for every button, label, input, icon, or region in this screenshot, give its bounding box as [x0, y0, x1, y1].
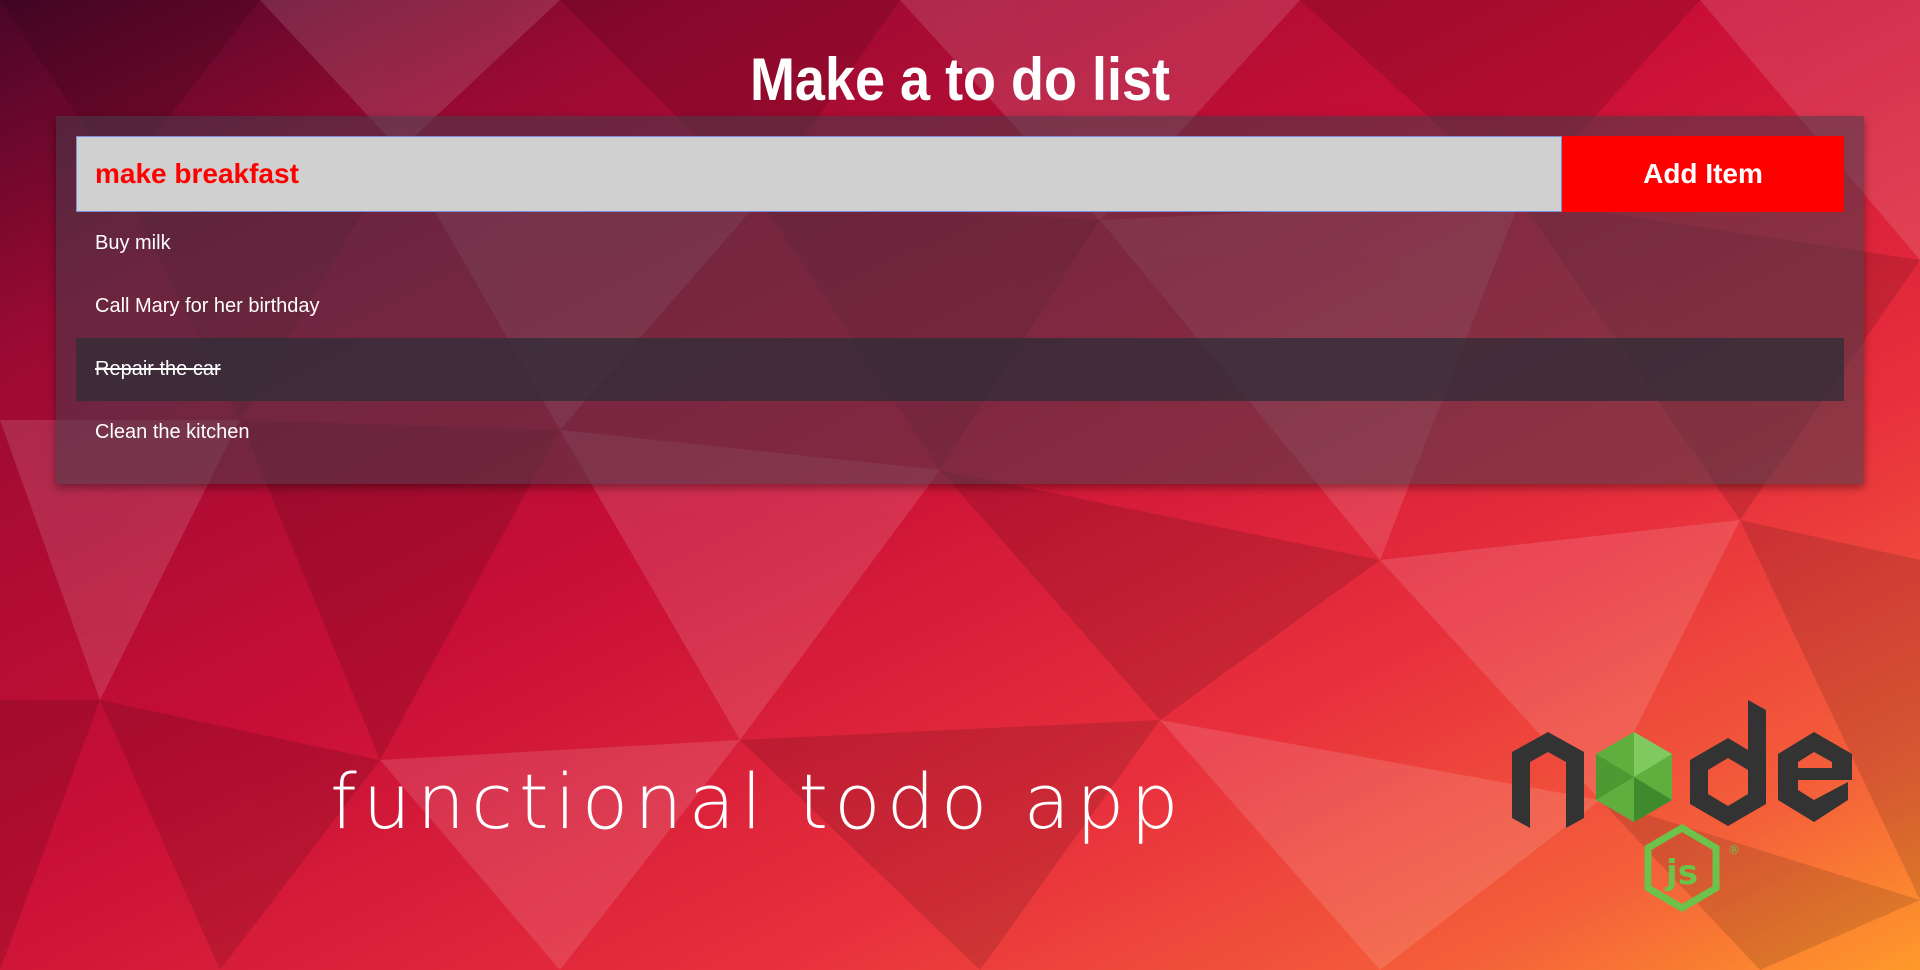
todo-panel: Add Item Buy milk Call Mary for her birt…	[56, 116, 1864, 484]
page-title: Make a to do list	[749, 46, 1171, 113]
svg-text:js: js	[1664, 853, 1698, 893]
nodejs-logo-icon: js ®	[1512, 700, 1852, 913]
add-item-button[interactable]: Add Item	[1562, 136, 1844, 212]
todo-item[interactable]: Buy milk	[76, 212, 1844, 275]
todo-item-completed[interactable]: Repair the car	[76, 338, 1844, 401]
todo-list: Buy milk Call Mary for her birthday Repa…	[76, 212, 1844, 464]
new-item-input[interactable]	[76, 136, 1562, 212]
add-item-form: Add Item	[76, 136, 1844, 212]
todo-item[interactable]: Clean the kitchen	[76, 401, 1844, 464]
svg-text:®: ®	[1728, 843, 1740, 857]
tagline: functional todo app	[330, 757, 1185, 846]
todo-item[interactable]: Call Mary for her birthday	[76, 275, 1844, 338]
